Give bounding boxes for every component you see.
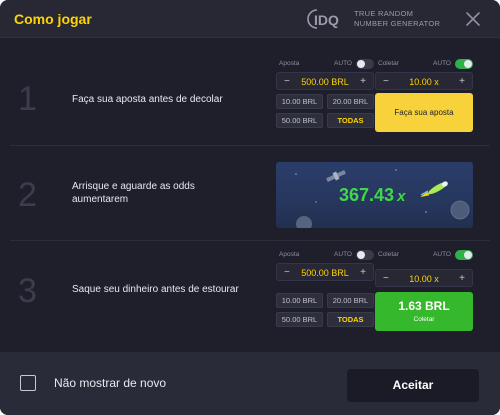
panel-header: Aposta AUTO (276, 58, 374, 70)
collect-label: Coletar (378, 60, 399, 67)
step-number: 1 (18, 80, 37, 118)
bet-amount-value[interactable]: 500.00 BRL (293, 268, 357, 278)
auto-label: AUTO (334, 251, 352, 258)
accept-button[interactable]: Aceitar (347, 369, 479, 402)
step-text: Arrisque e aguarde as odds aumentarem (72, 180, 195, 206)
divider (10, 240, 490, 241)
auto-toggle[interactable] (356, 59, 374, 69)
decrease-button[interactable]: − (284, 267, 290, 278)
modal-footer: Não mostrar de novo Aceitar (0, 352, 500, 415)
chip-10-brl[interactable]: 10.00 BRL (276, 94, 323, 109)
live-multiplier: 367.43 x (339, 185, 405, 206)
close-icon[interactable] (464, 10, 482, 28)
step-text-line1: Arrisque e aguarde as odds (72, 181, 195, 192)
step-3: 3 Saque seu dinheiro antes de estourar A… (10, 242, 490, 334)
chip-20-brl[interactable]: 20.00 BRL (327, 293, 374, 308)
chip-all[interactable]: TODAS (327, 113, 374, 128)
auto-label: AUTO (334, 60, 352, 67)
idq-tagline-line2: NUMBER GENERATOR (354, 19, 441, 28)
how-to-play-modal: Como jogar IDQ TRUE RANDOM NUMBER GENERA… (0, 0, 500, 415)
dont-show-again-label[interactable]: Não mostrar de novo (54, 376, 166, 390)
panel-header: Aposta AUTO (276, 249, 374, 261)
chip-50-brl[interactable]: 50.00 BRL (276, 113, 323, 128)
increase-button[interactable]: + (459, 76, 465, 87)
auto-toggle[interactable] (356, 250, 374, 260)
chip-20-brl[interactable]: 20.00 BRL (327, 94, 374, 109)
step-text: Faça sua aposta antes de decolar (72, 94, 223, 105)
dont-show-again-checkbox[interactable] (20, 375, 36, 391)
step-2: 2 Arrisque e aguarde as odds aumentarem (10, 146, 490, 240)
modal-header: Como jogar IDQ TRUE RANDOM NUMBER GENERA… (0, 0, 500, 38)
step-text: Saque seu dinheiro antes de estourar (72, 284, 239, 295)
increase-button[interactable]: + (459, 273, 465, 284)
panel-header: Coletar AUTO (375, 249, 473, 261)
panel-header: Coletar AUTO (375, 58, 473, 70)
auto-label: AUTO (433, 251, 451, 258)
bet-label: Aposta (279, 60, 300, 67)
svg-text:IDQ: IDQ (314, 12, 339, 28)
auto-toggle[interactable] (455, 250, 473, 260)
step-1: 1 Faça sua aposta antes de decolar Apost… (10, 52, 490, 144)
collect-multiplier-value[interactable]: 10.00 x (392, 274, 456, 284)
bet-amount-stepper: − 500.00 BRL + (276, 72, 374, 90)
chip-10-brl[interactable]: 10.00 BRL (276, 293, 323, 308)
chip-50-brl[interactable]: 50.00 BRL (276, 312, 323, 327)
decrease-button[interactable]: − (383, 76, 389, 87)
collect-multiplier-stepper: − 10.00 x + (375, 72, 473, 90)
place-bet-button[interactable]: Faça sua aposta (375, 93, 473, 132)
cashout-button[interactable]: 1.63 BRL Coletar (375, 292, 473, 331)
increase-button[interactable]: + (360, 267, 366, 278)
auto-toggle[interactable] (455, 59, 473, 69)
bet-amount-value[interactable]: 500.00 BRL (293, 77, 357, 87)
game-preview: 367.43 x (276, 162, 473, 228)
chip-all[interactable]: TODAS (327, 312, 374, 327)
auto-label: AUTO (433, 60, 451, 67)
step-number: 2 (18, 176, 37, 214)
idq-tagline: TRUE RANDOM NUMBER GENERATOR (354, 9, 440, 29)
idq-logo: IDQ (305, 7, 349, 31)
cashout-label: Coletar (413, 316, 435, 323)
modal-title: Como jogar (14, 11, 92, 27)
step-text-line2: aumentarem (72, 194, 129, 205)
collect-multiplier-value[interactable]: 10.00 x (392, 77, 456, 87)
bet-amount-stepper: − 500.00 BRL + (276, 263, 374, 281)
collect-label: Coletar (378, 251, 399, 258)
decrease-button[interactable]: − (284, 76, 290, 87)
step-number: 3 (18, 272, 37, 310)
bet-label: Aposta (279, 251, 300, 258)
multiplier-value: 367.43 (339, 185, 395, 205)
cashout-amount: 1.63 BRL (398, 299, 450, 313)
decrease-button[interactable]: − (383, 273, 389, 284)
idq-tagline-line1: TRUE RANDOM (354, 9, 414, 18)
multiplier-suffix: x (397, 188, 406, 205)
increase-button[interactable]: + (360, 76, 366, 87)
collect-multiplier-stepper: − 10.00 x + (375, 269, 473, 287)
